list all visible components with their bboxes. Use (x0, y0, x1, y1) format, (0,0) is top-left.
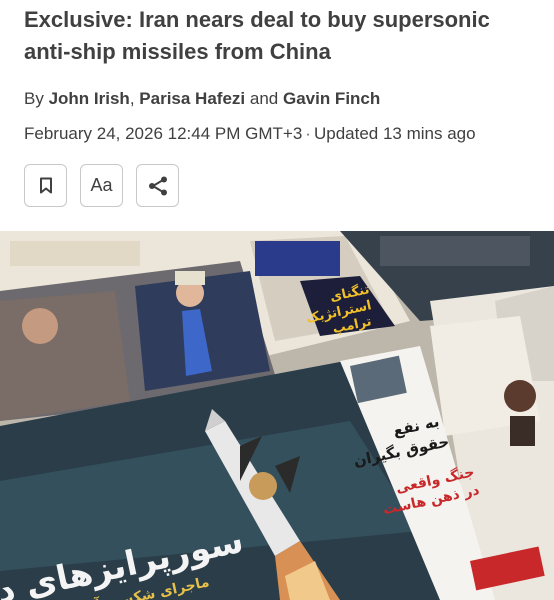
bookmark-button[interactable] (24, 164, 67, 207)
date-separator: · (305, 124, 311, 143)
byline-prefix: By (24, 89, 44, 108)
text-size-label: Aa (90, 175, 113, 195)
dateline: February 24, 2026 12:44 PM GMT+3 · Updated… (24, 123, 476, 145)
article-toolbar: Aa (24, 164, 179, 207)
byline: By John Irish, Parisa Hafezi and Gavin F… (24, 88, 380, 110)
article-photo[interactable]: تنگنای استراتژیک ترامپ سورپرایزهای د ماج… (0, 231, 554, 600)
share-icon (148, 176, 167, 195)
author-link-2[interactable]: Parisa Hafezi (139, 89, 245, 108)
updated-time: Updated 13 mins ago (313, 124, 476, 143)
byline-and: and (249, 89, 279, 108)
author-link-3[interactable]: Gavin Finch (283, 89, 380, 108)
newspaper-photo: تنگنای استراتژیک ترامپ سورپرایزهای د ماج… (0, 231, 554, 600)
author-link-1[interactable]: John Irish (49, 89, 130, 108)
bookmark-icon (39, 177, 52, 194)
text-size-button[interactable]: Aa (80, 164, 123, 207)
article-headline: Exclusive: Iran nears deal to buy supers… (24, 7, 490, 64)
published-date: February 24, 2026 12:44 PM GMT+3 (24, 124, 303, 143)
share-button[interactable] (136, 164, 179, 207)
byline-comma: , (129, 89, 135, 108)
